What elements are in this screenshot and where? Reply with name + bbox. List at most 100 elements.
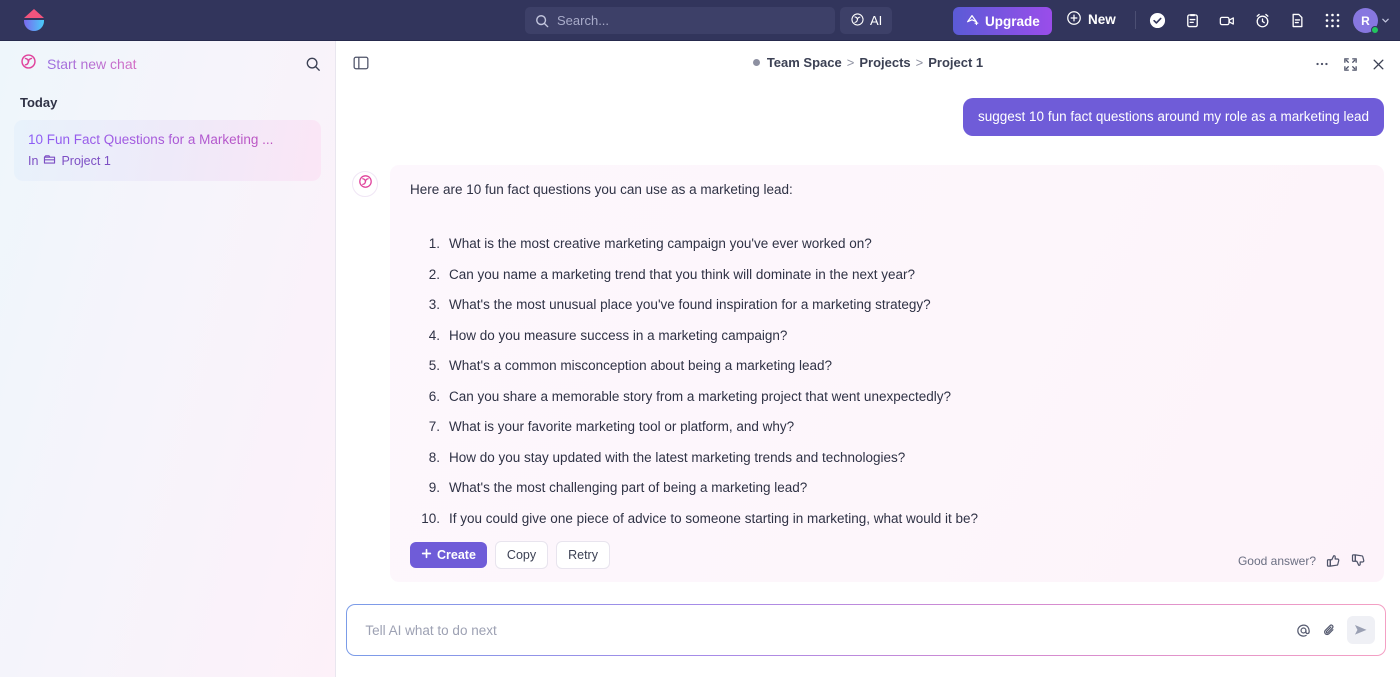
new-label: New bbox=[1088, 12, 1116, 27]
thumbs-up-icon[interactable] bbox=[1326, 553, 1341, 568]
document-icon[interactable] bbox=[1288, 12, 1306, 30]
plus-circle-icon bbox=[1066, 10, 1082, 29]
space-dot-icon bbox=[752, 59, 760, 66]
clickup-logo[interactable] bbox=[14, 0, 54, 41]
ai-sparkle-icon bbox=[850, 12, 865, 30]
start-new-chat-button[interactable]: Start new chat bbox=[20, 53, 305, 75]
video-camera-icon[interactable] bbox=[1218, 12, 1236, 30]
create-label: Create bbox=[437, 548, 476, 563]
list-item-number: 5. bbox=[428, 358, 440, 374]
search-icon[interactable] bbox=[305, 56, 321, 72]
global-search[interactable] bbox=[525, 7, 835, 34]
feedback-area: Good answer? bbox=[1238, 553, 1366, 568]
folder-icon bbox=[43, 153, 56, 169]
user-message-row: suggest 10 fun fact questions around my … bbox=[352, 87, 1384, 136]
chat-history-item[interactable]: 10 Fun Fact Questions for a Marketing ..… bbox=[14, 120, 321, 182]
list-item: 1. What is the most creative marketing c… bbox=[410, 236, 1364, 251]
composer-input[interactable] bbox=[365, 622, 1291, 638]
chat-item-location-prefix: In bbox=[28, 154, 39, 169]
paperclip-icon[interactable] bbox=[1317, 617, 1343, 643]
breadcrumb-item-projects[interactable]: Projects bbox=[859, 55, 910, 70]
chat-panel: Team Space > Projects > Project 1 sugges… bbox=[336, 41, 1400, 677]
list-item-number: 7. bbox=[428, 419, 440, 435]
online-status-dot bbox=[1371, 26, 1379, 34]
list-item: 10. If you could give one piece of advic… bbox=[410, 511, 1364, 526]
list-item: 8. How do you stay updated with the late… bbox=[410, 450, 1364, 465]
list-item: 4. How do you measure success in a marke… bbox=[410, 328, 1364, 343]
toolbar-divider bbox=[1135, 11, 1136, 29]
at-mention-icon[interactable] bbox=[1291, 617, 1317, 643]
list-item-text: How do you stay updated with the latest … bbox=[449, 449, 906, 465]
list-item-number: 9. bbox=[428, 480, 440, 496]
breadcrumb-item-team-space[interactable]: Team Space bbox=[767, 55, 842, 70]
chat-item-title: 10 Fun Fact Questions for a Marketing ..… bbox=[28, 131, 307, 149]
create-button[interactable]: Create bbox=[410, 542, 487, 569]
list-item-number: 4. bbox=[428, 327, 440, 343]
chevron-down-icon[interactable] bbox=[1381, 12, 1390, 30]
list-item-number: 10. bbox=[421, 510, 440, 526]
list-item-text: If you could give one piece of advice to… bbox=[449, 510, 979, 526]
ai-button-label: AI bbox=[870, 13, 883, 28]
list-item-text: Can you share a memorable story from a m… bbox=[449, 388, 951, 404]
more-options-icon[interactable] bbox=[1314, 56, 1330, 72]
user-message-bubble: suggest 10 fun fact questions around my … bbox=[963, 98, 1384, 136]
list-item-text: Can you name a marketing trend that you … bbox=[449, 266, 916, 282]
top-bar: AI Upgrade New bbox=[0, 0, 1400, 41]
ai-intro-text: Here are 10 fun fact questions you can u… bbox=[410, 181, 793, 197]
search-icon bbox=[535, 14, 549, 28]
list-item-text: What's a common misconception about bein… bbox=[449, 358, 833, 374]
ai-response-card: Here are 10 fun fact questions you can u… bbox=[390, 164, 1384, 583]
list-item: 7. What is your favorite marketing tool … bbox=[410, 419, 1364, 434]
breadcrumb: Team Space > Projects > Project 1 bbox=[336, 55, 1400, 70]
list-item-number: 8. bbox=[428, 449, 440, 465]
list-item: 2. Can you name a marketing trend that y… bbox=[410, 267, 1364, 282]
composer-container bbox=[346, 604, 1386, 656]
list-item: 6. Can you share a memorable story from … bbox=[410, 389, 1364, 404]
rocket-icon bbox=[965, 13, 979, 30]
composer[interactable] bbox=[347, 605, 1385, 655]
ai-button[interactable]: AI bbox=[840, 7, 893, 34]
new-button[interactable]: New bbox=[1066, 10, 1116, 29]
ai-avatar bbox=[352, 170, 378, 197]
list-item-text: What's the most unusual place you've fou… bbox=[449, 297, 931, 313]
logo-arc-shape bbox=[24, 20, 44, 31]
breadcrumb-item-project-1[interactable]: Project 1 bbox=[928, 55, 983, 70]
ai-response-actions: Create Copy Retry bbox=[410, 541, 1364, 570]
list-item-number: 6. bbox=[428, 388, 440, 404]
send-button[interactable] bbox=[1346, 616, 1375, 644]
chat-sidebar: Start new chat Today 10 Fun Fact Questio… bbox=[0, 41, 336, 677]
expand-icon[interactable] bbox=[1343, 57, 1358, 72]
avatar[interactable]: R bbox=[1353, 8, 1379, 34]
panel-header-actions bbox=[1314, 41, 1386, 87]
copy-button[interactable]: Copy bbox=[494, 541, 549, 570]
list-item-text: How do you measure success in a marketin… bbox=[449, 327, 788, 343]
close-icon[interactable] bbox=[1371, 57, 1386, 72]
list-item-text: What is your favorite marketing tool or … bbox=[449, 419, 795, 435]
check-circle-icon[interactable] bbox=[1148, 12, 1166, 30]
list-item-text: What is the most creative marketing camp… bbox=[449, 236, 872, 252]
list-item-number: 3. bbox=[428, 297, 440, 313]
retry-button[interactable]: Retry bbox=[556, 541, 610, 570]
logo-chevron-shape bbox=[24, 9, 44, 18]
list-item: 3. What's the most unusual place you've … bbox=[410, 297, 1364, 312]
breadcrumb-separator: > bbox=[846, 55, 855, 70]
start-new-chat-label: Start new chat bbox=[47, 56, 137, 72]
thumbs-down-icon[interactable] bbox=[1351, 553, 1366, 568]
ai-message-row: Here are 10 fun fact questions you can u… bbox=[352, 164, 1384, 583]
user-menu[interactable]: R bbox=[1353, 8, 1390, 34]
upgrade-label: Upgrade bbox=[985, 13, 1040, 29]
ai-swirl-icon bbox=[358, 174, 373, 194]
ai-question-list: 1. What is the most creative marketing c… bbox=[410, 236, 1364, 526]
sidebar-header: Start new chat bbox=[0, 41, 335, 87]
sidebar-section-label: Today bbox=[20, 95, 58, 110]
upgrade-button[interactable]: Upgrade bbox=[953, 7, 1052, 35]
chat-item-project-name: Project 1 bbox=[61, 154, 111, 169]
chat-item-location: In Project 1 bbox=[28, 153, 307, 169]
search-input[interactable] bbox=[557, 13, 787, 28]
clipboard-icon[interactable] bbox=[1183, 12, 1201, 30]
avatar-initial: R bbox=[1361, 13, 1370, 28]
list-item: 5. What's a common misconception about b… bbox=[410, 358, 1364, 373]
list-item-number: 2. bbox=[428, 266, 440, 282]
apps-grid-icon[interactable] bbox=[1323, 12, 1341, 30]
alarm-clock-icon[interactable] bbox=[1253, 12, 1271, 30]
